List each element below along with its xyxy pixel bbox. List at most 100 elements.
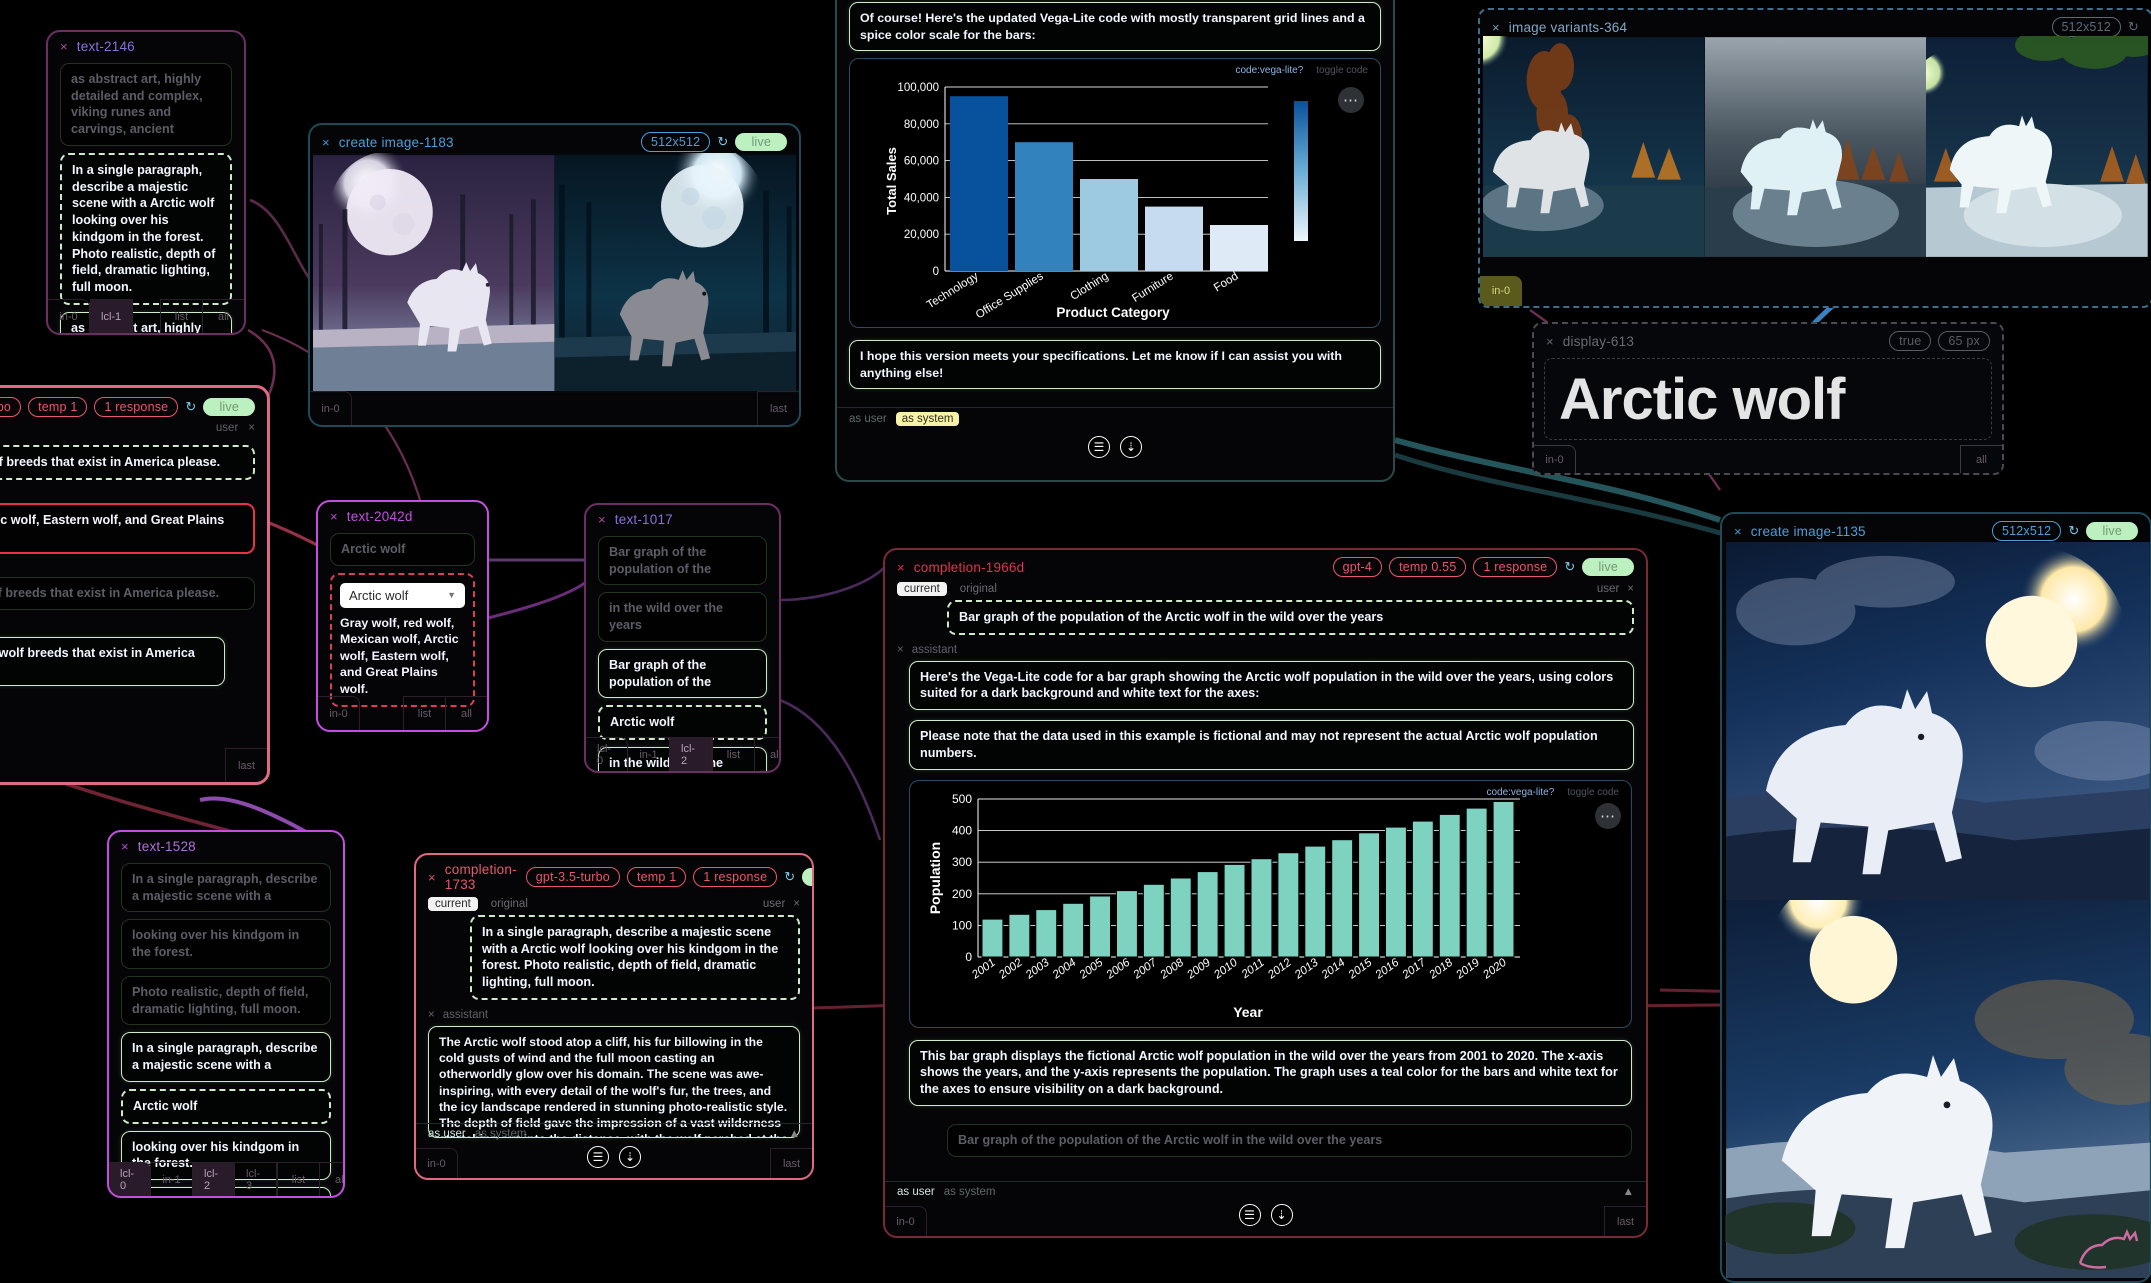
model-badge[interactable]: gpt-3.5-turbo — [0, 397, 21, 417]
responses-badge[interactable]: 1 response — [1473, 557, 1557, 577]
close-icon[interactable]: × — [897, 560, 905, 575]
close-icon[interactable]: × — [1546, 334, 1554, 349]
port-list[interactable]: list — [712, 737, 754, 771]
font-size-badge[interactable]: 65 px — [1938, 331, 1990, 351]
text-chip-active[interactable]: Arctic wolf — [121, 1089, 331, 1124]
true-badge[interactable]: true — [1889, 331, 1931, 351]
port-in-0[interactable]: in-0 — [1480, 276, 1522, 306]
close-icon[interactable]: × — [322, 135, 330, 150]
node-completion-1733[interactable]: × completion-1733 gpt-3.5-turbo temp 1 1… — [414, 853, 814, 1180]
port-last[interactable]: last — [225, 748, 267, 782]
responses-badge[interactable]: 1 response — [693, 867, 777, 887]
node-text-1528[interactable]: × text-1528 In a single paragraph, descr… — [107, 830, 345, 1198]
tab-current[interactable]: current — [897, 582, 947, 596]
remove-message-icon[interactable]: × — [793, 898, 800, 910]
close-icon[interactable]: × — [1492, 20, 1500, 35]
refresh-icon[interactable]: ↻ — [2068, 523, 2079, 539]
as-system-toggle[interactable]: as system — [475, 1128, 527, 1140]
node-completion-1966d[interactable]: × completion-1966d gpt-4 temp 0.55 1 res… — [883, 548, 1648, 1238]
live-badge[interactable]: live — [735, 133, 787, 151]
close-icon[interactable]: × — [1734, 524, 1742, 539]
node-display-613[interactable]: × display-613 true 65 px Arctic wolf in-… — [1532, 322, 2004, 475]
assistant-message[interactable]: Gray wolf, red wolf, Mexican wolf, Arcti… — [0, 503, 255, 554]
toggle-code-button[interactable]: toggle code — [1316, 65, 1368, 76]
refresh-icon[interactable]: ↻ — [185, 399, 196, 415]
as-user-toggle[interactable]: as user — [428, 1128, 466, 1140]
port-lcl-2[interactable]: lcl-2 — [193, 1162, 235, 1196]
refresh-icon[interactable]: ↻ — [2128, 19, 2139, 35]
generated-image-pair[interactable] — [313, 153, 796, 393]
assistant-message[interactable]: The Arctic wolf stood atop a cliff, his … — [428, 1026, 800, 1138]
port-in-1[interactable]: in-1 — [151, 1162, 193, 1196]
responses-badge[interactable]: 1 response — [94, 397, 178, 417]
as-user-toggle[interactable]: as user — [897, 1186, 935, 1198]
image-variant-strip[interactable] — [1483, 36, 2148, 258]
size-badge[interactable]: 512x512 — [641, 132, 710, 152]
text-chip[interactable]: Photo realistic, depth of field, dramati… — [121, 976, 331, 1025]
download-icon[interactable]: ⇣ — [1120, 436, 1142, 458]
breed-select[interactable]: Arctic wolf ▼ — [340, 583, 465, 608]
port-lcl-2[interactable]: lcl-2 — [670, 737, 712, 771]
node-completion-left[interactable]: gpt-3.5-turbo temp 1 1 response ↻ live u… — [0, 385, 270, 785]
refresh-icon[interactable]: ↻ — [784, 869, 795, 885]
as-system-toggle[interactable]: as system — [944, 1186, 996, 1198]
node-create-image-1183[interactable]: × create image-1183 512x512 ↻ live — [308, 123, 801, 427]
live-badge[interactable]: live — [802, 868, 814, 886]
user-message-copy[interactable]: Give me a comma separated list of wolf b… — [0, 637, 225, 686]
wolf-population-chart[interactable]: code:vega-lite? toggle code ⋯ — [909, 780, 1632, 1028]
port-all[interactable]: all — [754, 737, 781, 771]
port-last[interactable]: last — [1604, 1206, 1646, 1236]
port-in-0[interactable]: in-0 — [48, 299, 90, 333]
size-badge[interactable]: 512x512 — [1992, 521, 2061, 541]
tab-original[interactable]: original — [491, 898, 528, 910]
size-badge[interactable]: 512x512 — [2052, 17, 2121, 37]
assistant-message-2[interactable]: Please note that the data used in this e… — [909, 720, 1634, 769]
chart-menu-icon[interactable]: ⋯ — [1338, 87, 1364, 113]
code-language-label[interactable]: code:vega-lite? — [1235, 65, 1303, 76]
placeholder-chip[interactable]: Arctic wolf — [330, 533, 475, 566]
port-all[interactable]: all — [1960, 445, 2002, 473]
assistant-message[interactable]: Of course! Here's the updated Vega-Lite … — [849, 2, 1381, 51]
temp-badge[interactable]: temp 1 — [627, 867, 686, 887]
port-all[interactable]: all — [202, 299, 244, 333]
close-icon[interactable]: × — [330, 509, 338, 524]
branch-icon[interactable]: ☰ — [1088, 436, 1110, 458]
node-text-2146[interactable]: × text-2146 as abstract art, highly deta… — [46, 30, 246, 335]
port-list[interactable]: list — [403, 696, 445, 730]
port-last[interactable]: last — [757, 391, 799, 425]
followup-input[interactable]: Bar graph of the population of the Arcti… — [947, 1124, 1632, 1157]
port-lcl-0[interactable]: lcl-0 — [586, 737, 628, 771]
close-icon[interactable]: × — [60, 39, 68, 54]
closing-message[interactable]: I hope this version meets your specifica… — [849, 340, 1381, 389]
node-text-1017[interactable]: × text-1017 Bar graph of the population … — [584, 503, 781, 773]
model-badge[interactable]: gpt-4 — [1333, 557, 1383, 577]
sales-chart[interactable]: code:vega-lite? toggle code ⋯ — [849, 58, 1381, 328]
text-chip[interactable]: Bar graph of the population of the — [598, 536, 767, 585]
port-in-0[interactable]: in-0 — [310, 391, 352, 425]
code-language-label[interactable]: code:vega-lite? — [1486, 787, 1554, 798]
port-all[interactable]: all — [319, 1162, 345, 1196]
collapse-icon[interactable]: ▲ — [789, 1128, 800, 1140]
text-chip-active[interactable]: Arctic wolf — [598, 705, 767, 740]
as-system-toggle[interactable]: as system — [896, 412, 960, 426]
live-badge[interactable]: live — [203, 398, 255, 416]
port-lcl-1[interactable]: lcl-1 — [90, 299, 133, 333]
remove-message-icon[interactable]: × — [248, 422, 255, 434]
port-last[interactable]: last — [770, 1148, 812, 1178]
as-user-toggle[interactable]: as user — [849, 413, 887, 425]
text-chip[interactable]: Bar graph of the population of the — [598, 649, 767, 698]
live-badge[interactable]: live — [1582, 558, 1634, 576]
text-chip-active[interactable]: In a single paragraph, describe a majest… — [60, 153, 232, 305]
port-in-0[interactable]: in-0 — [1534, 445, 1576, 473]
port-lcl-3[interactable]: lcl-3 — [235, 1162, 277, 1196]
text-chip[interactable]: in the wild over the years — [598, 592, 767, 641]
user-message[interactable]: Bar graph of the population of the Arcti… — [947, 600, 1634, 635]
port-all[interactable]: all — [445, 696, 487, 730]
remove-message-icon[interactable]: × — [897, 644, 904, 656]
remove-message-icon[interactable]: × — [1627, 583, 1634, 595]
pending-message[interactable]: Give me a comma separated list of wolf b… — [0, 577, 255, 610]
close-icon[interactable]: × — [121, 839, 129, 854]
node-completion-sales[interactable]: Of course! Here's the updated Vega-Lite … — [835, 0, 1395, 482]
text-chip[interactable]: In a single paragraph, describe a majest… — [121, 1032, 331, 1081]
tab-original[interactable]: original — [960, 583, 997, 595]
